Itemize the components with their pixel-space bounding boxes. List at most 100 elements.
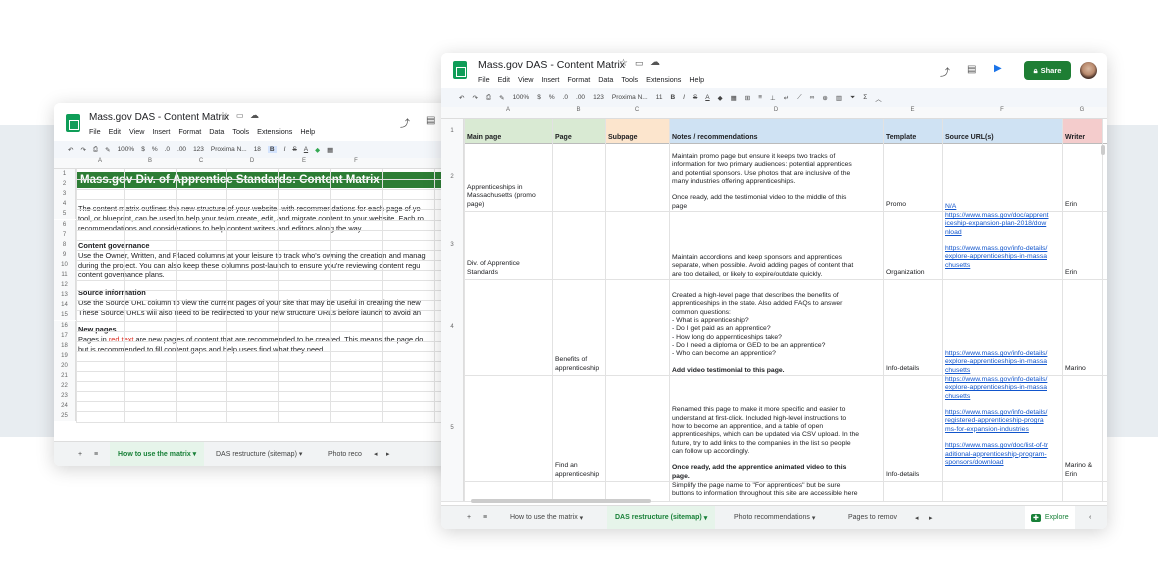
source-url-link[interactable]: https://www.mass.gov/doc/list-of-tr	[945, 442, 1061, 450]
source-url-link[interactable]: ms-for-expansion-industries	[945, 426, 1061, 434]
insert-comment-icon[interactable]: ⊕	[822, 94, 827, 102]
row-number[interactable]: 1	[441, 119, 464, 143]
currency-icon[interactable]: $	[141, 146, 145, 153]
percent-icon[interactable]: %	[549, 94, 555, 101]
column-header-c[interactable]: C	[605, 107, 669, 113]
cloud-icon[interactable]: ☁	[250, 110, 259, 121]
tab-scroll-right-icon[interactable]: ▸	[386, 442, 390, 466]
borders-icon[interactable]: ▦	[327, 146, 333, 154]
column-title[interactable]: Main page	[464, 119, 552, 143]
menu-format[interactable]: Format	[567, 75, 590, 84]
print-icon[interactable]: ⎙	[486, 94, 491, 102]
table-cell[interactable]: Info-details	[886, 279, 939, 375]
row-number[interactable]: 15	[54, 310, 76, 321]
trend-icon[interactable]: ⤴	[400, 115, 410, 130]
notes-cell[interactable]: Simplify the page name to "For apprentic…	[672, 482, 882, 501]
source-url-link[interactable]: nload	[945, 229, 1061, 237]
column-header-d[interactable]: D	[669, 107, 883, 113]
format-more-select[interactable]: 123	[593, 94, 604, 101]
tab-das-restructure[interactable]: DAS restructure (sitemap) ▾	[216, 442, 302, 466]
menu-view[interactable]: View	[518, 75, 533, 84]
star-icon[interactable]: ☆	[222, 111, 230, 122]
paint-format-icon[interactable]: ✎	[499, 94, 504, 102]
row-number[interactable]: 4	[441, 279, 464, 375]
row-number[interactable]: 7	[54, 229, 76, 240]
decimal-decrease-icon[interactable]: .0	[563, 94, 568, 101]
vertical-scrollbar[interactable]	[1101, 145, 1105, 155]
column-header-b[interactable]: B	[124, 158, 176, 164]
functions-icon[interactable]: Σ	[863, 94, 867, 101]
table-cell[interactable]: Info-details	[886, 375, 939, 481]
share-button[interactable]: 🔒︎ Share	[1024, 61, 1071, 80]
text-color-icon[interactable]: A	[705, 94, 709, 101]
format-more-icon[interactable]: 123	[193, 146, 204, 153]
cloud-icon[interactable]: ☁	[650, 57, 660, 68]
menu-view[interactable]: View	[129, 127, 144, 136]
row-number[interactable]: 3	[441, 211, 464, 279]
row-number[interactable]: 2	[54, 179, 76, 190]
decimal-increase-icon[interactable]: .00	[177, 146, 186, 153]
table-cell[interactable]	[608, 143, 666, 211]
notes-cell[interactable]: Created a high-level page that describes…	[672, 280, 882, 375]
redo-icon[interactable]: ↷	[472, 94, 477, 102]
row-number[interactable]: 25	[54, 411, 76, 422]
percent-icon[interactable]: %	[152, 146, 158, 153]
avatar[interactable]	[1080, 62, 1097, 79]
source-url-link[interactable]: aditional-apprenticeship-program-	[945, 451, 1061, 459]
borders-icon[interactable]: ▦	[731, 94, 737, 102]
source-url-link[interactable]: chusetts	[945, 393, 1061, 401]
source-url-link[interactable]: sponsors/download	[945, 459, 1061, 467]
collapse-toolbar-icon[interactable]: ︿	[875, 93, 882, 103]
table-cell[interactable]	[555, 481, 602, 501]
source-url-link[interactable]: https://www.mass.gov/doc/apprent	[945, 212, 1061, 220]
tab-how-to-use[interactable]: How to use the matrix ▾	[110, 442, 205, 466]
redo-icon[interactable]: ↷	[80, 146, 85, 154]
table-cell[interactable]	[608, 481, 666, 501]
source-url-link[interactable]: https://www.mass.gov/info-details/	[945, 350, 1061, 358]
comment-icon[interactable]: ▤	[967, 64, 976, 75]
row-number[interactable]: 13	[54, 290, 76, 301]
row-number[interactable]: 22	[54, 381, 76, 392]
bold-icon[interactable]: B	[670, 94, 675, 101]
text-color-icon[interactable]: A	[304, 146, 308, 153]
side-panel-toggle-icon[interactable]: ‹	[1089, 506, 1091, 529]
column-title[interactable]: Notes / recommendations	[669, 119, 883, 143]
add-sheet-icon[interactable]: +	[78, 442, 82, 466]
star-icon[interactable]: ☆	[619, 58, 628, 69]
column-header-a[interactable]: A	[76, 158, 124, 164]
column-title[interactable]: Subpage	[605, 119, 669, 143]
table-cell[interactable]: Apprenticeships in Massachusetts (promo …	[467, 143, 549, 211]
column-header-e[interactable]: E	[278, 158, 330, 164]
table-cell[interactable]: Marino & Erin	[1065, 375, 1099, 481]
menu-tools[interactable]: Tools	[621, 75, 638, 84]
column-header-d[interactable]: D	[226, 158, 278, 164]
source-url-link[interactable]: explore-apprenticeships-in-massa	[945, 358, 1061, 366]
column-header-e[interactable]: E	[883, 107, 942, 113]
meet-icon[interactable]: ▶	[994, 63, 1002, 74]
menu-extensions[interactable]: Extensions	[646, 75, 681, 84]
all-sheets-icon[interactable]: ≡	[94, 442, 98, 466]
filter-icon[interactable]: ⏷	[850, 94, 855, 102]
merge-icon[interactable]: ⊞	[745, 94, 750, 102]
menu-tools[interactable]: Tools	[232, 127, 249, 136]
source-url-link[interactable]: https://www.mass.gov/info-details/	[945, 245, 1061, 253]
table-cell[interactable]	[1065, 481, 1099, 501]
italic-icon[interactable]: I	[284, 146, 286, 153]
explore-button[interactable]: ✚ Explore	[1025, 506, 1075, 529]
front-document-title[interactable]: Mass.gov DAS - Content Matrix	[478, 59, 625, 71]
table-cell[interactable]	[555, 143, 602, 211]
row-number[interactable]: 16	[54, 320, 76, 331]
strikethrough-icon[interactable]: S	[292, 146, 296, 153]
tab-photo-reco[interactable]: Photo reco	[328, 442, 362, 466]
menu-insert[interactable]: Insert	[152, 127, 170, 136]
table-cell[interactable]	[467, 279, 549, 375]
font-select[interactable]: Proxima N...	[612, 94, 648, 101]
menu-file[interactable]: File	[478, 75, 490, 84]
font-select[interactable]: Proxima N...	[211, 146, 247, 153]
source-url-link[interactable]: https://www.mass.gov/info-details/	[945, 409, 1061, 417]
rotate-icon[interactable]: ⟋	[797, 94, 802, 102]
tab-scroll-right-icon[interactable]: ▸	[929, 506, 933, 529]
menu-help[interactable]: Help	[300, 127, 315, 136]
row-number[interactable]: 12	[54, 280, 76, 291]
row-number[interactable]: 14	[54, 300, 76, 311]
